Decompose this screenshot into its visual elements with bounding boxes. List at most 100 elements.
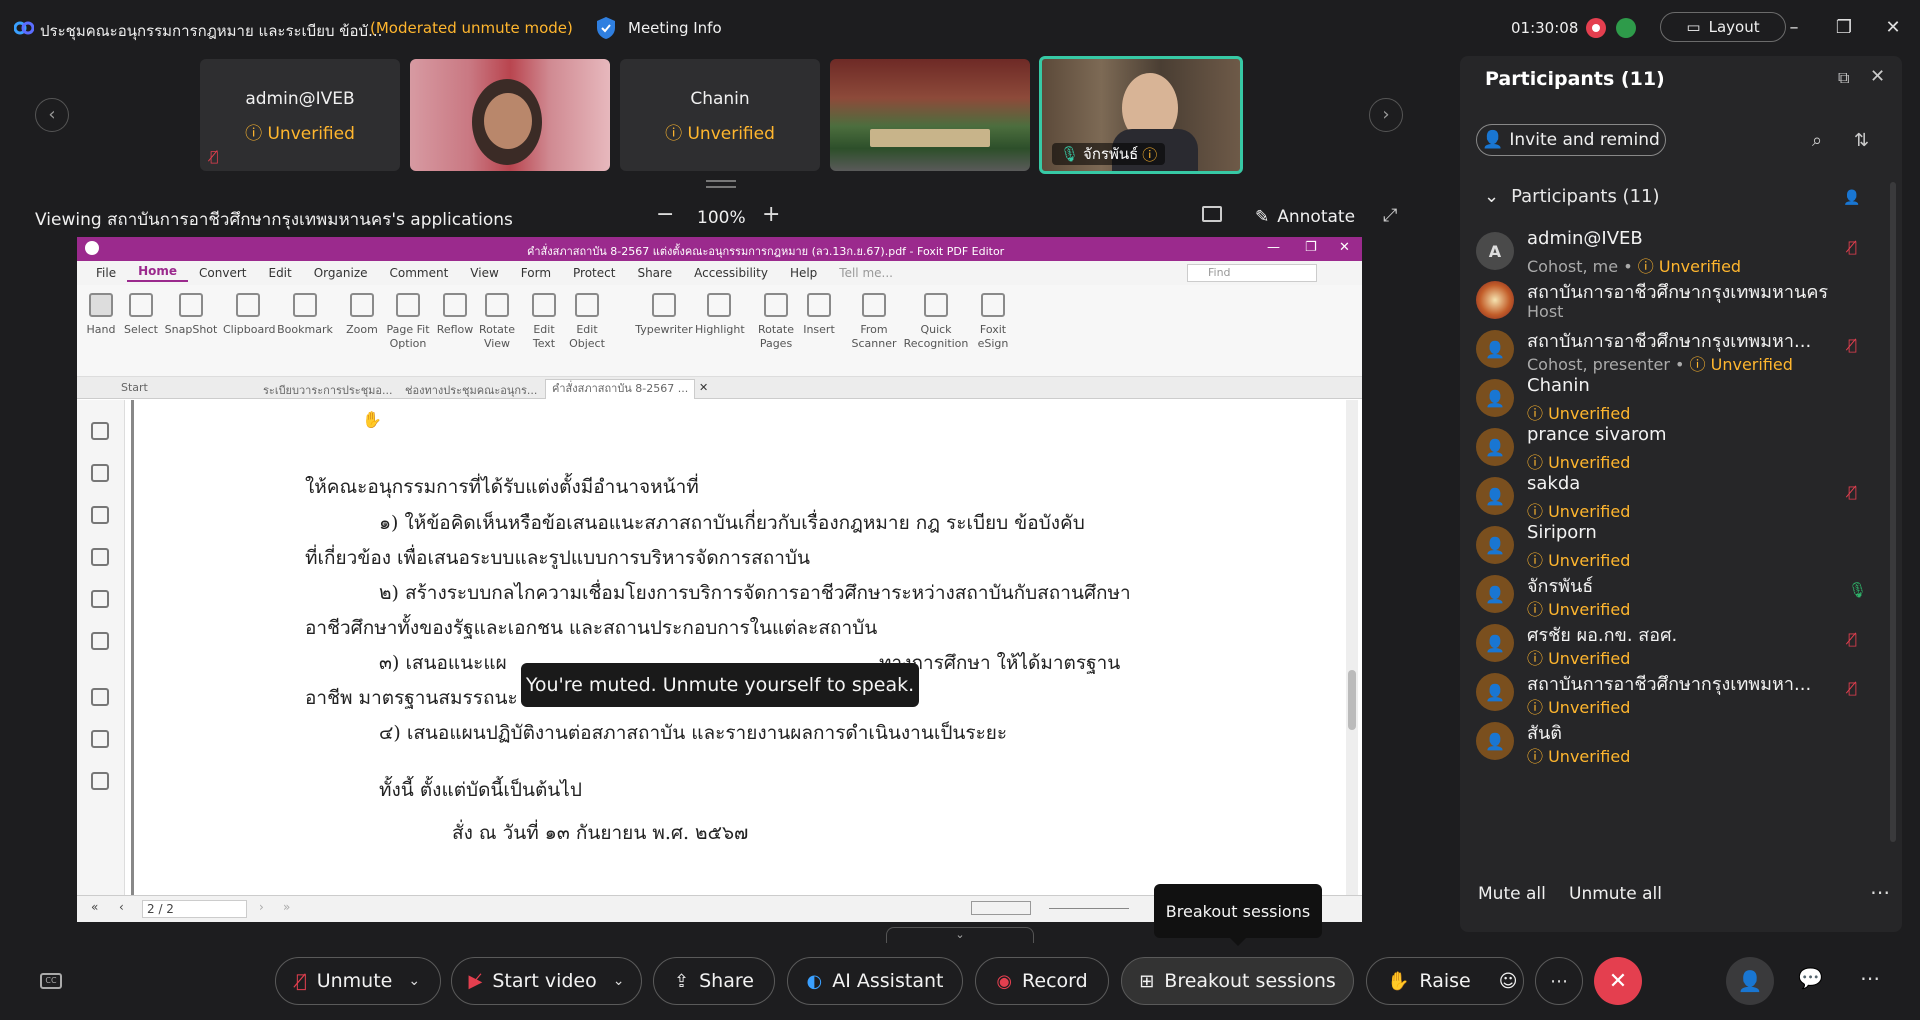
menu-edit[interactable]: Edit bbox=[257, 266, 302, 280]
zoom-slider[interactable] bbox=[1049, 908, 1129, 909]
ribbon-page-fit[interactable]: Page Fit Option bbox=[383, 293, 433, 351]
ribbon-quick-recognition[interactable]: Quick Recognition bbox=[903, 293, 969, 351]
form-icon[interactable] bbox=[91, 688, 109, 706]
security-icon[interactable] bbox=[91, 632, 109, 650]
mute-all-button[interactable]: Mute all bbox=[1478, 884, 1546, 904]
attachments-icon[interactable] bbox=[91, 590, 109, 608]
shield-icon[interactable] bbox=[595, 16, 617, 40]
menu-convert[interactable]: Convert bbox=[188, 266, 257, 280]
ribbon-hand[interactable]: Hand bbox=[83, 293, 119, 337]
view-mode-icons[interactable] bbox=[971, 901, 1031, 915]
ribbon-zoom[interactable]: Zoom bbox=[345, 293, 379, 337]
ribbon-foxit-esign[interactable]: Foxit eSign bbox=[973, 293, 1013, 351]
tell-me-input[interactable]: Tell me... bbox=[828, 266, 904, 280]
last-page-icon[interactable]: » bbox=[283, 900, 290, 914]
record-button[interactable]: ◉ Record bbox=[975, 957, 1109, 1005]
video-tile-active-speaker[interactable]: 🎙 จักรพันธ์ ⓘ bbox=[1039, 56, 1243, 174]
popout-icon[interactable]: ⧉ bbox=[1838, 68, 1849, 88]
close-window-button[interactable]: ✕ bbox=[1881, 16, 1905, 40]
pages-icon[interactable] bbox=[91, 464, 109, 482]
more-panels-icon[interactable]: ⋯ bbox=[1860, 966, 1880, 990]
menu-protect[interactable]: Protect bbox=[562, 266, 626, 280]
ribbon-insert[interactable]: Insert bbox=[799, 293, 839, 337]
ribbon-edit-text[interactable]: Edit Text bbox=[527, 293, 561, 351]
video-tile-meeting-room[interactable] bbox=[830, 59, 1030, 171]
first-page-icon[interactable]: « bbox=[91, 900, 98, 914]
tab-order-document[interactable]: คำสั่งสภาสถาบัน 8-2567 ... bbox=[545, 379, 696, 399]
strip-prev-button[interactable]: ‹ bbox=[35, 98, 69, 132]
menu-share[interactable]: Share bbox=[626, 266, 683, 280]
captions-icon[interactable]: CC bbox=[40, 973, 62, 989]
video-tile-camera-1[interactable] bbox=[410, 59, 610, 171]
zoom-out-button[interactable]: − bbox=[656, 202, 674, 227]
menu-organize[interactable]: Organize bbox=[303, 266, 379, 280]
layers-icon[interactable] bbox=[91, 548, 109, 566]
signature-icon[interactable] bbox=[91, 730, 109, 748]
tab-close-icon[interactable]: ✕ bbox=[699, 381, 708, 394]
chevron-down-icon[interactable]: ⌄ bbox=[613, 973, 625, 989]
ribbon-snapshot[interactable]: SnapShot bbox=[163, 293, 219, 337]
chat-icon[interactable]: 💬 bbox=[1798, 966, 1823, 990]
start-video-button[interactable]: ▶̸ Start video ⌄ bbox=[451, 957, 642, 1005]
restore-button[interactable]: ❐ bbox=[1832, 16, 1856, 40]
annotate-button[interactable]: ✎ Annotate bbox=[1255, 207, 1355, 227]
foxit-close-icon[interactable]: ✕ bbox=[1339, 240, 1350, 255]
close-panel-icon[interactable]: ✕ bbox=[1870, 66, 1885, 87]
comments-icon[interactable] bbox=[91, 506, 109, 524]
ribbon-rotate-view[interactable]: Rotate View bbox=[477, 293, 517, 351]
menu-view[interactable]: View bbox=[459, 266, 509, 280]
minimize-button[interactable]: – bbox=[1782, 16, 1806, 40]
ribbon-highlight[interactable]: Highlight bbox=[695, 293, 745, 337]
doc-scroll-thumb[interactable] bbox=[1348, 670, 1356, 730]
ribbon-reflow[interactable]: Reflow bbox=[435, 293, 475, 337]
menu-form[interactable]: Form bbox=[510, 266, 562, 280]
bookmarks-icon[interactable] bbox=[91, 422, 109, 440]
doc-scrollbar[interactable] bbox=[1346, 400, 1358, 895]
next-page-icon[interactable]: › bbox=[259, 900, 264, 914]
ribbon-from-scanner[interactable]: From Scanner bbox=[847, 293, 901, 351]
leave-meeting-button[interactable]: ✕ bbox=[1594, 957, 1642, 1005]
find-input[interactable]: Find bbox=[1187, 264, 1317, 282]
menu-comment[interactable]: Comment bbox=[379, 266, 460, 280]
participants-toggle-icon[interactable]: 👤 bbox=[1726, 957, 1774, 1005]
ribbon-typewriter[interactable]: Typewriter bbox=[633, 293, 695, 337]
invite-remind-button[interactable]: 👤 Invite and remind bbox=[1476, 124, 1666, 156]
tab-start[interactable]: Start bbox=[121, 381, 148, 394]
reactions-icon[interactable]: ☺ bbox=[1499, 971, 1518, 992]
participant-row[interactable]: 👤 สันติ ⓘ Unverified bbox=[1460, 712, 1890, 772]
more-options-button[interactable]: ⋯ bbox=[1535, 957, 1583, 1005]
zoom-in-button[interactable]: + bbox=[762, 202, 780, 227]
ribbon-edit-object[interactable]: Edit Object bbox=[565, 293, 609, 351]
share-monitor-icon[interactable] bbox=[1202, 206, 1222, 222]
shared-app-window[interactable]: คำสั่งสภาสถาบัน 8-2567 แต่งตั้งคณะอนุกรร… bbox=[77, 237, 1362, 922]
raise-hand-button[interactable]: ✋ Raise ☺ bbox=[1366, 957, 1524, 1005]
menu-accessibility[interactable]: Accessibility bbox=[683, 266, 779, 280]
ribbon-clipboard[interactable]: Clipboard bbox=[223, 293, 276, 337]
chevron-down-icon[interactable]: ⌄ bbox=[408, 973, 420, 989]
menu-help[interactable]: Help bbox=[779, 266, 828, 280]
participant-scrollbar[interactable] bbox=[1890, 182, 1896, 842]
foxit-minimize-icon[interactable]: — bbox=[1267, 240, 1280, 255]
collapse-toolbar-tab[interactable]: ⌄ bbox=[886, 927, 1034, 943]
menu-file[interactable]: File bbox=[85, 266, 127, 280]
strip-next-button[interactable]: › bbox=[1369, 98, 1403, 132]
tab-agenda[interactable]: ระเบียบวาระการประชุมอ... bbox=[263, 381, 393, 399]
ribbon-select[interactable]: Select bbox=[123, 293, 159, 337]
search-icon[interactable]: ⌕ bbox=[1812, 130, 1822, 151]
pdf-page[interactable]: ✋ ให้คณะอนุกรรมการที่ได้รับแต่งตั้งมีอำน… bbox=[131, 400, 1341, 895]
video-tile-admin[interactable]: admin@IVEB ⓘ Unverified 🎙̸ bbox=[200, 59, 400, 171]
ribbon-rotate-pages[interactable]: Rotate Pages bbox=[755, 293, 797, 351]
unmute-all-button[interactable]: Unmute all bbox=[1569, 884, 1662, 904]
breakout-sessions-button[interactable]: ⊞ Breakout sessions bbox=[1121, 957, 1354, 1005]
page-number-input[interactable]: 2 / 2 bbox=[142, 900, 247, 918]
participants-section-header[interactable]: ⌄ Participants (11) bbox=[1484, 186, 1660, 207]
layout-button[interactable]: ▭ Layout bbox=[1660, 12, 1786, 42]
sort-icon[interactable]: ⇅ bbox=[1854, 130, 1869, 151]
unmute-button[interactable]: 🎙̸ Unmute ⌄ bbox=[275, 957, 441, 1005]
share-button[interactable]: ⇪ Share bbox=[653, 957, 775, 1005]
menu-home[interactable]: Home bbox=[127, 264, 189, 282]
strip-resize-handle[interactable] bbox=[706, 180, 736, 188]
tab-meeting-channel[interactable]: ช่องทางประชุมคณะอนุกร... bbox=[405, 381, 537, 399]
compare-icon[interactable] bbox=[91, 772, 109, 790]
more-options-icon[interactable]: ⋯ bbox=[1870, 880, 1890, 904]
